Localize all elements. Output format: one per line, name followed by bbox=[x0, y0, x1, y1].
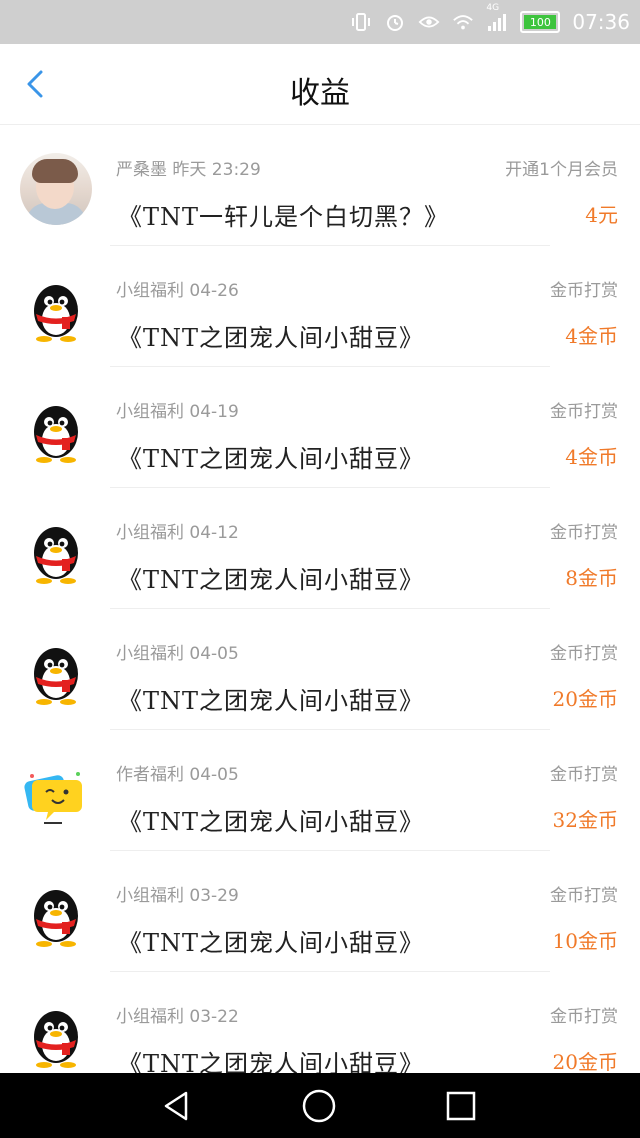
nav-recents-button[interactable] bbox=[442, 1087, 480, 1125]
item-meta: 作者福利 04-05 bbox=[116, 765, 239, 785]
qq-penguin-icon bbox=[34, 406, 78, 463]
list-item[interactable]: 小组福利 04-12 《TNT之团宠人间小甜豆》 金币打赏 8金币 bbox=[0, 488, 640, 609]
title-wrap: 收益 bbox=[0, 68, 640, 112]
item-type-label: 金币打赏 bbox=[550, 1007, 618, 1027]
item-meta: 小组福利 04-05 bbox=[116, 644, 239, 664]
item-type-label: 金币打赏 bbox=[550, 523, 618, 543]
alarm-icon bbox=[384, 11, 406, 33]
app-bar: 收益 bbox=[0, 44, 640, 125]
qq-penguin-icon bbox=[34, 890, 78, 947]
item-amount: 4元 bbox=[585, 203, 618, 227]
system-nav-bar bbox=[0, 1073, 640, 1138]
nav-back-button[interactable] bbox=[158, 1087, 196, 1125]
item-message: 《TNT之团宠人间小甜豆》 bbox=[118, 445, 425, 473]
item-message: 《TNT之团宠人间小甜豆》 bbox=[118, 324, 425, 352]
list-item[interactable]: 小组福利 04-19 《TNT之团宠人间小甜豆》 金币打赏 4金币 bbox=[0, 367, 640, 488]
user-avatar[interactable] bbox=[20, 153, 92, 225]
income-list[interactable]: 严桑墨 昨天 23:29 《TNT一轩儿是个白切黑？》 开通1个月会员 4元 小… bbox=[0, 125, 640, 1073]
item-amount: 8金币 bbox=[565, 566, 618, 590]
qq-penguin-icon bbox=[34, 527, 78, 584]
item-amount: 32金币 bbox=[552, 808, 618, 832]
battery-level: 100 bbox=[529, 15, 551, 29]
item-meta: 小组福利 03-22 bbox=[116, 1007, 239, 1027]
status-time: 07:36 bbox=[572, 10, 630, 34]
item-message: 《TNT之团宠人间小甜豆》 bbox=[118, 566, 425, 594]
item-amount: 4金币 bbox=[565, 445, 618, 469]
item-message: 《TNT之团宠人间小甜豆》 bbox=[118, 929, 425, 957]
item-meta: 小组福利 04-26 bbox=[116, 281, 239, 301]
network-type: 4G bbox=[486, 3, 500, 13]
item-meta: 小组福利 04-19 bbox=[116, 402, 239, 422]
list-item[interactable]: 小组福利 03-22 《TNT之团宠人间小甜豆》 金币打赏 20金币 bbox=[0, 972, 640, 1073]
vibrate-icon bbox=[350, 11, 372, 33]
nav-home-button[interactable] bbox=[300, 1087, 338, 1125]
item-message: 《TNT之团宠人间小甜豆》 bbox=[118, 808, 425, 836]
eye-comfort-icon bbox=[418, 11, 440, 33]
item-message: 《TNT之团宠人间小甜豆》 bbox=[118, 687, 425, 715]
item-meta: 小组福利 04-12 bbox=[116, 523, 239, 543]
list-item[interactable]: 小组福利 03-29 《TNT之团宠人间小甜豆》 金币打赏 10金币 bbox=[0, 851, 640, 972]
item-meta: 严桑墨 昨天 23:29 bbox=[116, 160, 261, 180]
item-amount: 4金币 bbox=[565, 324, 618, 348]
list-item[interactable]: 小组福利 04-26 《TNT之团宠人间小甜豆》 金币打赏 4金币 bbox=[0, 246, 640, 367]
item-amount: 20金币 bbox=[552, 687, 618, 711]
list-item[interactable]: 严桑墨 昨天 23:29 《TNT一轩儿是个白切黑？》 开通1个月会员 4元 bbox=[0, 125, 640, 246]
item-meta: 小组福利 03-29 bbox=[116, 886, 239, 906]
status-icons: 4G 100 07:36 bbox=[350, 0, 630, 44]
qq-penguin-icon bbox=[34, 1011, 78, 1068]
item-message: 《TNT之团宠人间小甜豆》 bbox=[118, 1050, 425, 1073]
author-emoji-icon bbox=[24, 772, 82, 824]
item-type-label: 金币打赏 bbox=[550, 765, 618, 785]
qq-penguin-icon bbox=[34, 285, 78, 342]
qq-penguin-icon bbox=[34, 648, 78, 705]
wifi-icon bbox=[452, 11, 474, 33]
item-amount: 10金币 bbox=[552, 929, 618, 953]
list-item[interactable]: 小组福利 04-05 《TNT之团宠人间小甜豆》 金币打赏 20金币 bbox=[0, 609, 640, 730]
page-title: 收益 bbox=[290, 76, 350, 111]
item-type-label: 金币打赏 bbox=[550, 281, 618, 301]
status-bar: 4G 100 07:36 bbox=[0, 0, 640, 44]
item-type-label: 金币打赏 bbox=[550, 644, 618, 664]
item-amount: 20金币 bbox=[552, 1050, 618, 1073]
item-type-label: 金币打赏 bbox=[550, 886, 618, 906]
item-message: 《TNT一轩儿是个白切黑？》 bbox=[118, 203, 450, 231]
item-type-label: 开通1个月会员 bbox=[505, 160, 618, 180]
battery-icon: 100 bbox=[520, 11, 561, 33]
list-item[interactable]: 作者福利 04-05 《TNT之团宠人间小甜豆》 金币打赏 32金币 bbox=[0, 730, 640, 851]
cellular-signal-icon: 4G bbox=[486, 3, 508, 33]
item-type-label: 金币打赏 bbox=[550, 402, 618, 422]
